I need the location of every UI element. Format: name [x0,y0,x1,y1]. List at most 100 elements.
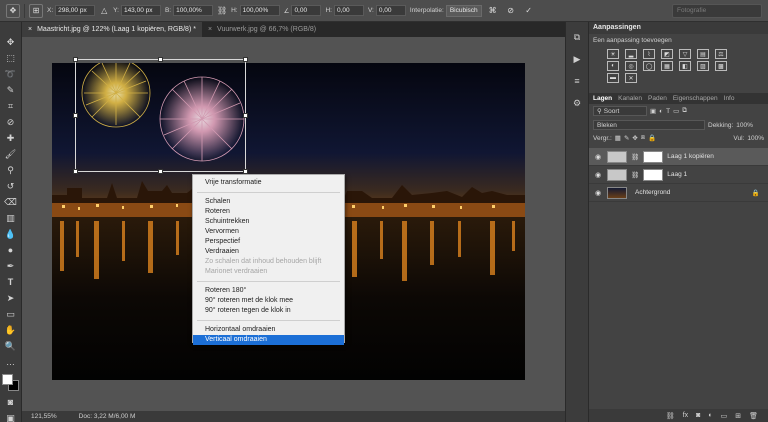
new-layer-icon[interactable]: ⊞ [735,412,741,420]
layer-row[interactable]: ◉ Achtergrond 🔒 [589,184,768,202]
workspace-search[interactable]: Fotografie [672,4,762,18]
shape-tool-icon[interactable]: ▭ [4,308,18,320]
transform-handle-t[interactable] [158,57,163,62]
threshold-icon[interactable]: ▩ [715,61,727,71]
filter-shape-icon[interactable]: ▭ [673,107,679,115]
hskew-input[interactable]: 0,00 [333,5,364,16]
menu-item[interactable]: 90° roteren tegen de klok in [193,306,344,316]
properties-panel-icon[interactable]: ≡ [570,74,584,88]
warp-mode-icon[interactable]: ⌘ [486,4,500,18]
fill-value[interactable]: 100% [747,135,764,142]
menu-item[interactable]: Perspectief [193,237,344,247]
layer-mask-thumbnail[interactable] [643,168,664,181]
vibrance-icon[interactable]: ▽ [679,49,691,59]
color-balance-icon[interactable]: ⚖ [715,49,727,59]
clone-stamp-tool-icon[interactable]: ⚲ [4,164,18,176]
path-select-tool-icon[interactable]: ➤ [4,292,18,304]
quick-mask-icon[interactable]: ◙ [4,396,18,408]
filter-adjust-icon[interactable]: ◐ [659,108,663,115]
color-swatches[interactable] [1,374,20,392]
lock-all-icon[interactable]: 🔒 [648,134,656,142]
hue-icon[interactable]: ▤ [697,49,709,59]
menu-item[interactable]: Schalen [193,197,344,207]
eraser-tool-icon[interactable]: ⌫ [4,196,18,208]
new-adjustment-icon[interactable]: ◐ [708,412,712,419]
menu-item[interactable]: Schuintrekken [193,217,344,227]
visibility-eye-icon[interactable]: ◉ [595,189,603,197]
vskew-input[interactable]: 0,00 [375,5,406,16]
layer-mask-thumbnail[interactable] [643,150,664,163]
menu-item[interactable]: Vervormen [193,227,344,237]
screen-mode-icon[interactable]: ▣ [4,412,18,422]
move-tool-icon[interactable]: ✥ [4,36,18,48]
lock-position-icon[interactable]: ✥ [632,134,637,142]
cancel-transform-icon[interactable]: ⊘ [504,4,518,18]
visibility-eye-icon[interactable]: ◉ [595,153,603,161]
channel-mixer-icon[interactable]: ◯ [643,61,655,71]
foreground-color-swatch[interactable] [1,374,13,385]
transform-bounding-box[interactable] [73,57,248,174]
blend-mode-select[interactable]: Bleken [593,120,705,130]
opacity-value[interactable]: 100% [736,122,753,129]
transform-handle-tr[interactable] [243,57,248,62]
healing-brush-tool-icon[interactable]: ✚ [4,132,18,144]
link-layers-icon[interactable]: ⛓ [666,412,675,420]
layer-row[interactable]: ◉ ⛓ Laag 1 [589,166,768,184]
invert-icon[interactable]: ◧ [679,61,691,71]
y-input[interactable]: 143,00 px [120,5,161,16]
transform-handle-b[interactable] [158,169,163,174]
layer-filter-select[interactable]: ⚲ Soort [593,106,647,116]
zoom-tool-icon[interactable]: 🔍 [4,340,18,352]
menu-item[interactable]: Vrije transformatie [193,178,344,188]
trash-icon[interactable]: 🗑 [749,412,758,420]
crop-tool-icon[interactable]: ⌗ [4,100,18,112]
eyedropper-tool-icon[interactable]: ⊘ [4,116,18,128]
close-icon[interactable]: × [208,26,212,33]
filter-type-icon[interactable]: T [666,108,670,115]
blur-tool-icon[interactable]: 💧 [4,228,18,240]
gradient-map-icon[interactable]: ▬ [607,73,619,83]
commit-transform-icon[interactable]: ✓ [522,4,536,18]
tab-paden[interactable]: Paden [648,95,667,102]
width-input[interactable]: 100,00% [173,5,214,16]
black-white-icon[interactable]: ◐ [607,61,619,71]
transform-handle-tl[interactable] [73,57,78,62]
levels-icon[interactable]: ▂ [625,49,637,59]
transform-handle-bl[interactable] [73,169,78,174]
transform-handle-r[interactable] [243,113,248,118]
relative-position-icon[interactable]: △ [99,4,109,18]
lock-transparency-icon[interactable]: ▦ [615,134,621,142]
height-input[interactable]: 100,00% [239,5,280,16]
visibility-eye-icon[interactable]: ◉ [595,171,603,179]
color-lookup-icon[interactable]: ▦ [661,61,673,71]
tab-lagen[interactable]: Lagen [593,95,612,102]
lock-pixels-icon[interactable]: ✎ [624,134,629,142]
dodge-tool-icon[interactable]: ● [4,244,18,256]
menu-item[interactable]: 90° roteren met de klok mee [193,296,344,306]
quick-select-tool-icon[interactable]: ✎ [4,84,18,96]
close-icon[interactable]: × [28,26,32,33]
tab-vuurwerk[interactable]: × Vuurwerk.jpg @ 66,7% (RGB/8) [202,22,322,37]
adjustments-title[interactable]: Aanpassingen [589,22,768,34]
more-tools-icon[interactable]: … [4,356,18,368]
interpolation-select[interactable]: Bicubisch [445,4,482,17]
layer-row[interactable]: ◉ ⛓ Laag 1 kopiëren [589,148,768,166]
menu-item[interactable]: Verticaal omdraaien [193,335,344,345]
adjust-panel-icon[interactable]: ⚙ [570,96,584,110]
brush-tool-icon[interactable]: 🖌 [4,148,18,160]
selective-color-icon[interactable]: ✕ [625,73,637,83]
transform-handle-l[interactable] [73,113,78,118]
tab-kanalen[interactable]: Kanalen [618,95,642,102]
menu-item[interactable]: Roteren [193,207,344,217]
angle-input[interactable]: 0,00 [291,5,322,16]
type-tool-icon[interactable]: T [4,276,18,288]
add-mask-icon[interactable]: ◙ [696,412,700,419]
zoom-level[interactable]: 121,55% [31,413,57,420]
filter-smart-icon[interactable]: ⧉ [682,107,687,115]
pen-tool-icon[interactable]: ✒ [4,260,18,272]
gradient-tool-icon[interactable]: ▥ [4,212,18,224]
tab-eigenschappen[interactable]: Eigenschappen [673,95,718,102]
reference-point-icon[interactable]: ⊞ [29,3,43,18]
menu-item[interactable]: Verdraaien [193,247,344,257]
x-input[interactable]: 298,00 px [55,5,96,16]
